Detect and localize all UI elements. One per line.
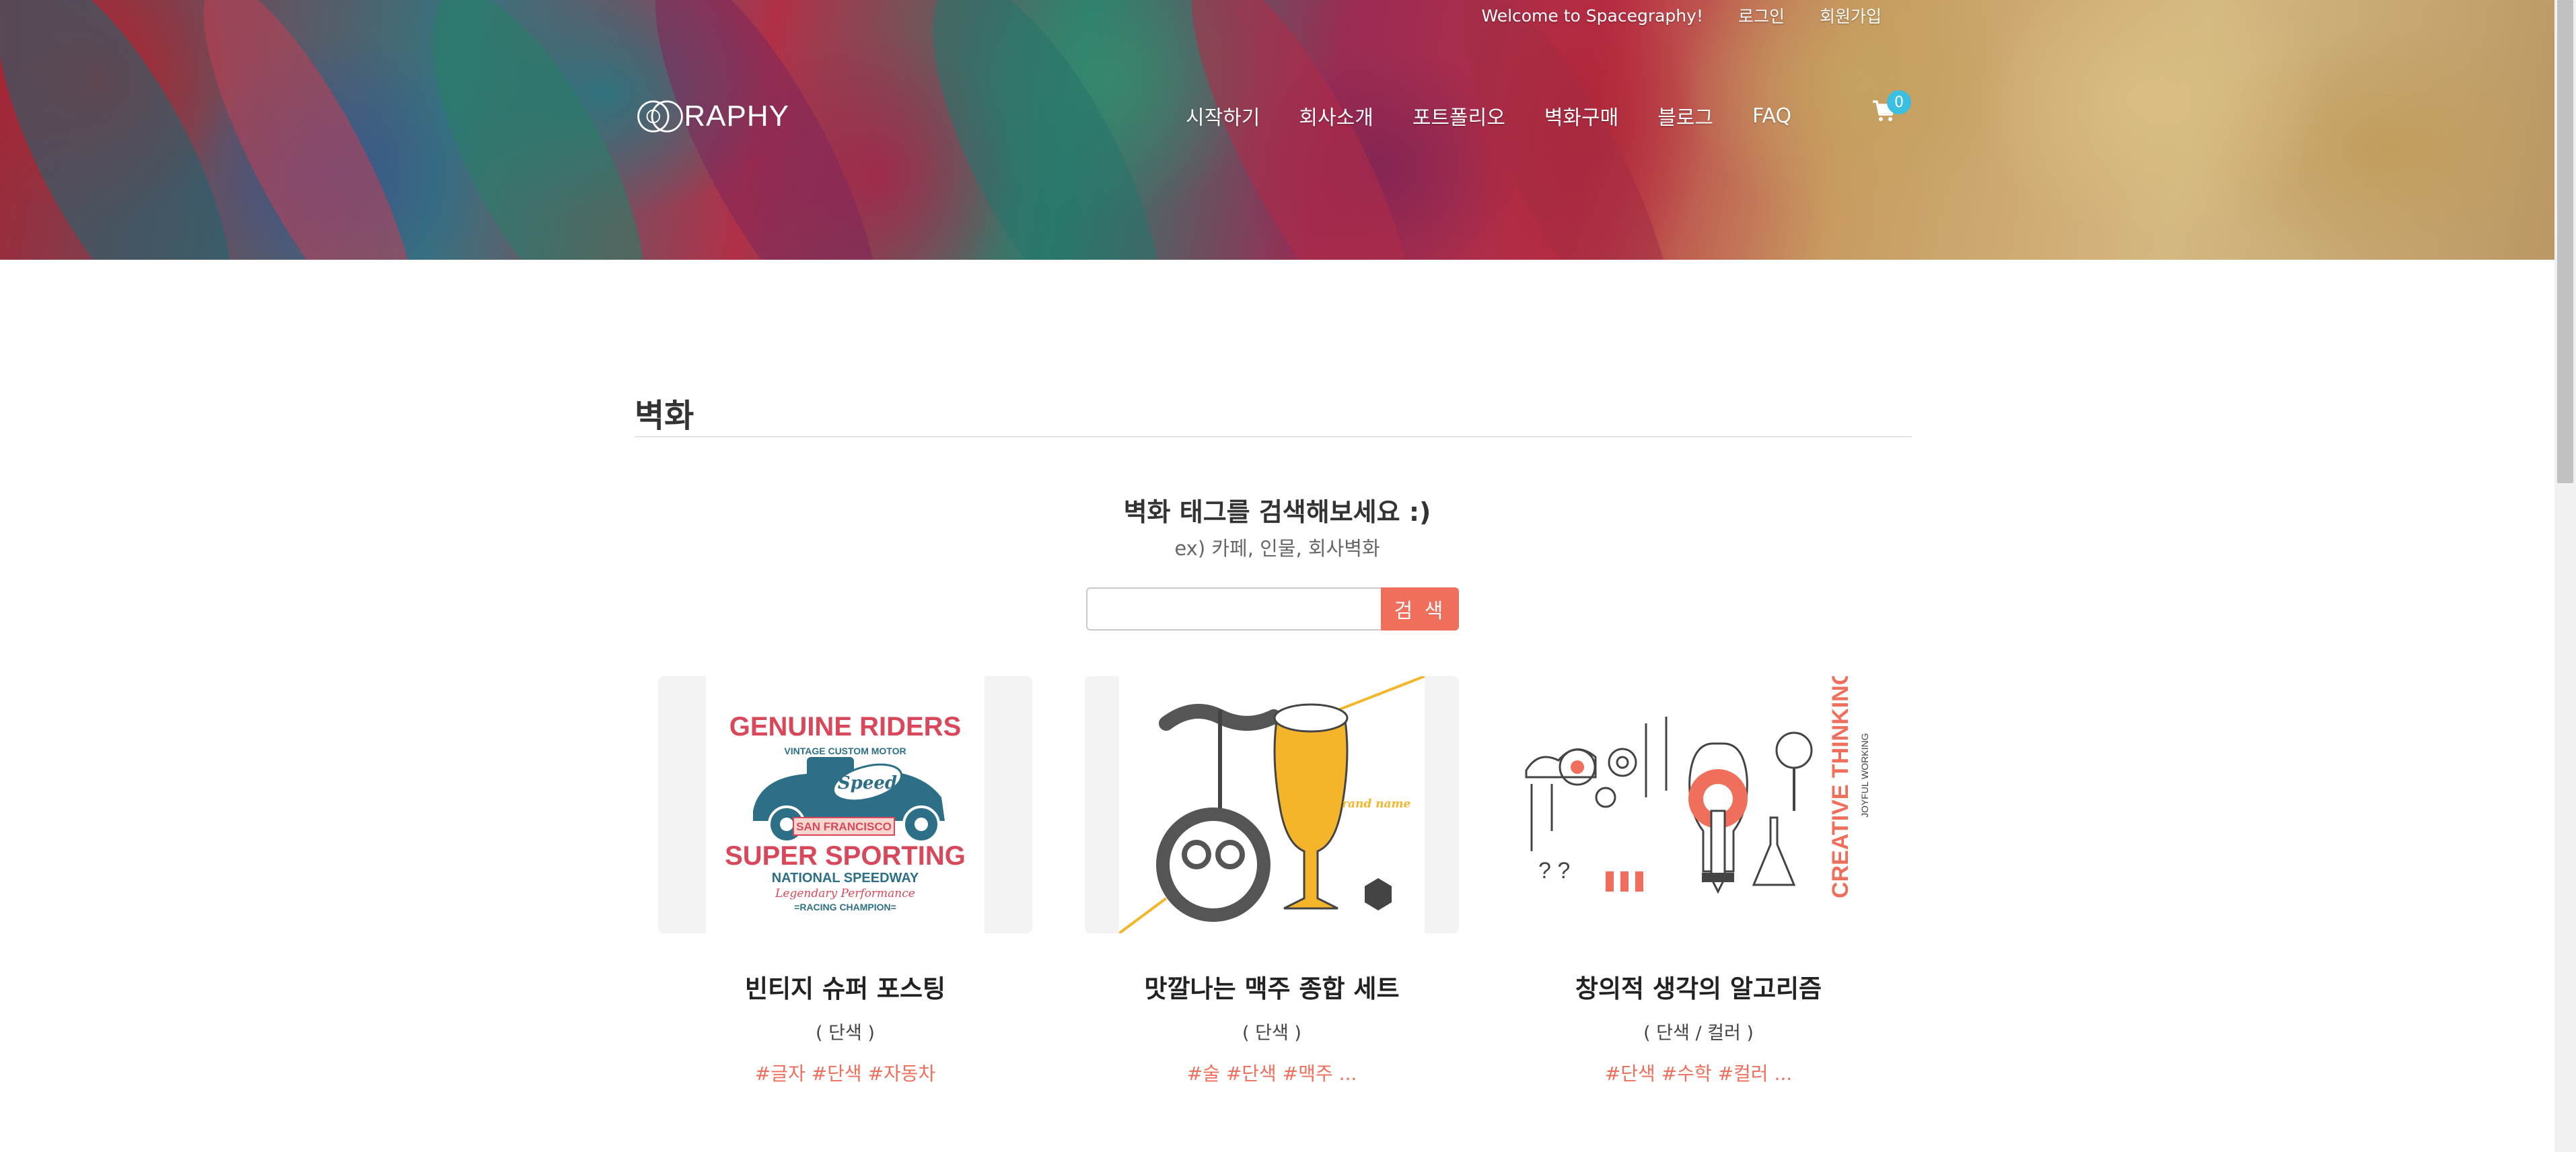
product-card[interactable]: Brand name 맛깔나는 맥주 종합 세트 ( 단색 ) #술 #단색 #…	[1085, 676, 1459, 1086]
product-tags[interactable]: #글자 #단색 #자동차	[658, 1059, 1032, 1086]
product-tags[interactable]: #단색 #수학 #컬러 ...	[1511, 1059, 1886, 1086]
cart-count-badge: 0	[1887, 90, 1911, 114]
search-example-text: ex) 카페, 인물, 회사벽화	[1174, 537, 1380, 560]
nav-item-blog[interactable]: 블로그	[1657, 101, 1713, 131]
nav-item-portfolio[interactable]: 포트폴리오	[1412, 101, 1505, 131]
product-card[interactable]: GENUINE RIDERS VINTAGE CUSTOM MOTOR Spee…	[658, 676, 1032, 1086]
main-nav: 시작하기 회사소개 포트폴리오 벽화구매 블로그 FAQ	[1186, 101, 1830, 131]
section-title: 벽화	[635, 397, 694, 435]
creative-thinking-artwork: ? ? CREATIVE THINKING JOYFUL WORKING	[1525, 676, 1870, 898]
product-thumbnail[interactable]: GENUINE RIDERS VINTAGE CUSTOM MOTOR Spee…	[658, 676, 1032, 933]
nav-item-start[interactable]: 시작하기	[1186, 101, 1260, 131]
hero-banner: Welcome to Spacegraphy! 로그인 회원가입 RAPHY 시…	[0, 0, 2554, 260]
svg-text:SUPER SPORTING: SUPER SPORTING	[725, 841, 966, 871]
welcome-text: Welcome to Spacegraphy!	[1481, 5, 1703, 26]
logo-mark-icon	[637, 100, 683, 133]
signup-link[interactable]: 회원가입	[1820, 3, 1882, 28]
svg-text:Legendary Performance: Legendary Performance	[775, 887, 915, 900]
login-link[interactable]: 로그인	[1738, 3, 1785, 28]
cart-button[interactable]: 0	[1872, 90, 1911, 127]
svg-text:CREATIVE THINKING: CREATIVE THINKING	[1828, 676, 1853, 898]
beer-set-artwork: Brand name	[1119, 676, 1425, 933]
product-title[interactable]: 빈티지 슈퍼 포스팅	[658, 968, 1032, 1005]
nav-item-mural-shop[interactable]: 벽화구매	[1544, 101, 1618, 131]
top-utility-bar: Welcome to Spacegraphy! 로그인 회원가입	[1481, 3, 1882, 28]
nav-item-about[interactable]: 회사소개	[1299, 101, 1373, 131]
product-color-type: ( 단색 )	[816, 1023, 875, 1044]
product-title[interactable]: 맛깔나는 맥주 종합 세트	[1085, 968, 1459, 1005]
page-scrollbar[interactable]	[2554, 0, 2576, 1152]
product-thumbnail[interactable]: ? ? CREATIVE THINKING JOYFUL WORKING	[1511, 676, 1886, 933]
tag-search-input[interactable]	[1086, 587, 1382, 631]
nav-item-faq[interactable]: FAQ	[1752, 104, 1791, 128]
vintage-car-artwork: GENUINE RIDERS VINTAGE CUSTOM MOTOR Spee…	[706, 676, 985, 933]
svg-text:SAN FRANCISCO: SAN FRANCISCO	[796, 820, 892, 833]
svg-text:GENUINE RIDERS: GENUINE RIDERS	[729, 712, 962, 742]
product-card[interactable]: ? ? CREATIVE THINKING JOYFUL WORKING 창의적…	[1511, 676, 1886, 1086]
svg-text:=RACING CHAMPION=: =RACING CHAMPION=	[794, 902, 896, 912]
product-tags[interactable]: #술 #단색 #맥주 ...	[1085, 1059, 1459, 1086]
search-button[interactable]: 검 색	[1381, 587, 1459, 631]
svg-text:Brand name: Brand name	[1332, 797, 1411, 811]
product-title[interactable]: 창의적 생각의 알고리즘	[1511, 968, 1886, 1005]
search-heading: 벽화 태그를 검색해보세요 :)	[1123, 497, 1431, 527]
section-divider	[635, 436, 1912, 437]
svg-text:Speed: Speed	[838, 773, 897, 793]
logo-text: RAPHY	[684, 100, 789, 133]
svg-text:JOYFUL WORKING: JOYFUL WORKING	[1859, 733, 1870, 818]
svg-text:NATIONAL SPEEDWAY: NATIONAL SPEEDWAY	[772, 871, 919, 886]
scrollbar-thumb[interactable]	[2557, 0, 2573, 483]
product-thumbnail[interactable]: Brand name	[1085, 676, 1459, 933]
svg-text:VINTAGE CUSTOM MOTOR: VINTAGE CUSTOM MOTOR	[784, 746, 906, 756]
svg-text:? ?: ? ?	[1538, 858, 1570, 884]
product-color-type: ( 단색 / 컬러 )	[1643, 1023, 1754, 1044]
site-logo[interactable]: RAPHY	[635, 92, 789, 141]
product-color-type: ( 단색 )	[1242, 1023, 1301, 1044]
